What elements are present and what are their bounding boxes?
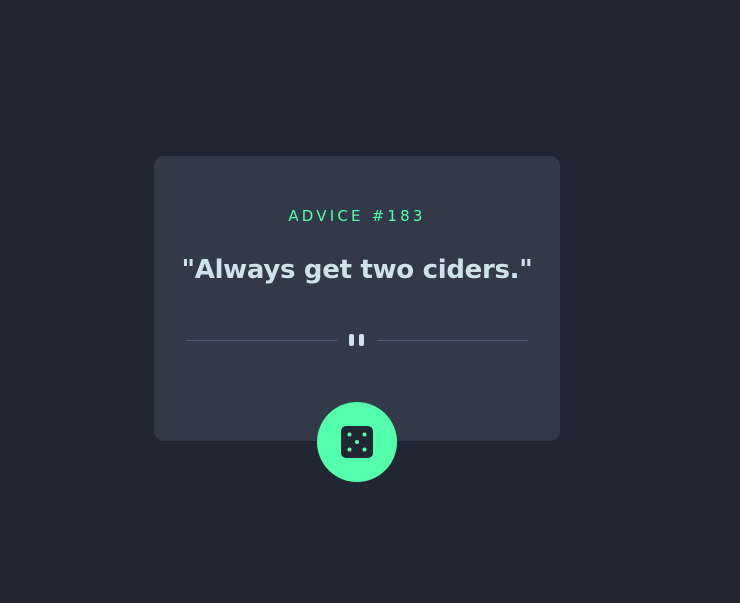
dice-icon [341,426,373,458]
generate-advice-button[interactable] [317,402,397,482]
advice-card: ADVICE #183 "Always get two ciders." [154,156,560,441]
divider-line-right [377,340,528,341]
advice-quote: "Always get two ciders." [181,255,533,285]
pattern-divider [186,332,528,348]
divider-line-left [186,340,337,341]
advice-id-label: ADVICE #183 [288,207,426,225]
pause-icon [349,334,365,346]
